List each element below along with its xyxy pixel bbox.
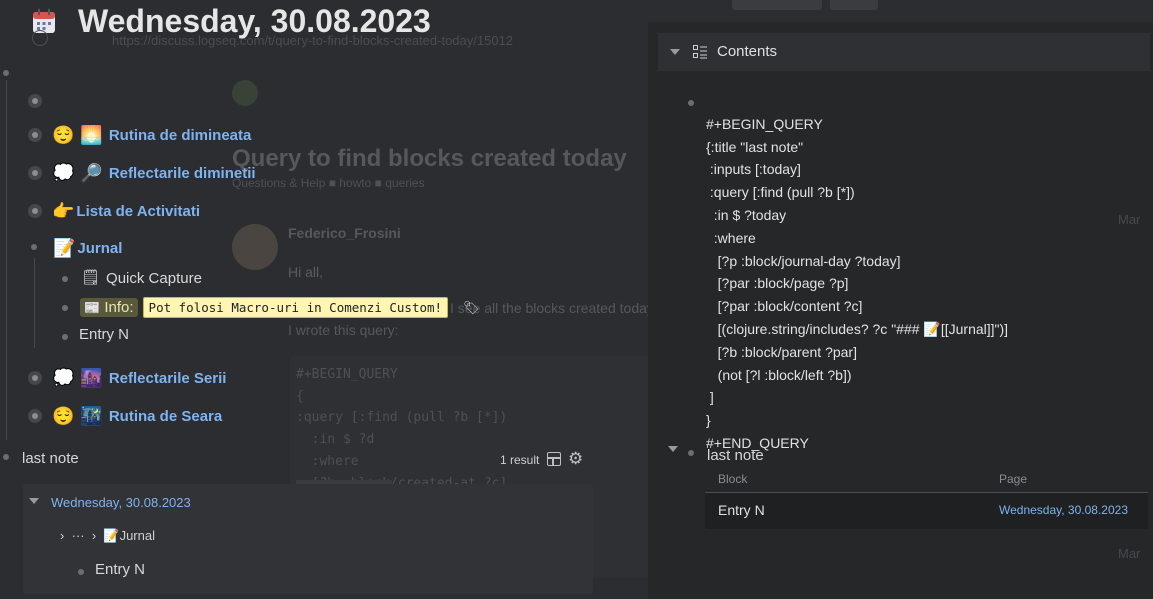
page-link[interactable]: Reflectarile Serii bbox=[109, 370, 227, 387]
collapse-caret-icon[interactable] bbox=[29, 498, 39, 504]
collapse-caret-icon[interactable] bbox=[668, 446, 678, 452]
block-rutina-dimineata[interactable]: 😌 🌅 Rutina de dimineata bbox=[52, 125, 251, 145]
thought-bubble-icon: 💭 bbox=[52, 368, 75, 388]
code-line: :in $ ?today bbox=[706, 206, 787, 223]
block-bullet[interactable] bbox=[32, 30, 48, 46]
code-line: :where bbox=[706, 229, 756, 246]
thread-line bbox=[34, 258, 35, 348]
page-link[interactable]: Rutina de dimineata bbox=[109, 127, 252, 144]
logo-icon bbox=[232, 80, 258, 106]
result-count: 1 result bbox=[500, 453, 540, 467]
code-line: [?par :block/page ?p] bbox=[706, 275, 849, 292]
block-bullet[interactable] bbox=[62, 276, 68, 282]
code-line: (not [?l :block/left ?b]) bbox=[706, 366, 852, 383]
code-line: ] bbox=[706, 389, 714, 406]
list-icon bbox=[693, 45, 707, 59]
code-line: #+BEGIN_QUERY bbox=[706, 115, 823, 132]
query-title: last note bbox=[22, 450, 79, 467]
code-line: [?p :block/journal-day ?today] bbox=[706, 252, 901, 269]
relieved-face-icon: 😌 bbox=[52, 406, 75, 426]
code-line: :query [:find (pull ?b [*]) bbox=[706, 184, 855, 201]
cell-block[interactable]: Entry N bbox=[718, 502, 765, 518]
notepad-icon: 🗒 bbox=[81, 269, 101, 286]
macro-tooltip: Pot folosi Macro-uri in Comenzi Custom! bbox=[142, 297, 449, 318]
block-bullet[interactable] bbox=[28, 166, 42, 180]
block-rutina-seara[interactable]: 😌 🌃 Rutina de Seara bbox=[52, 406, 222, 426]
thought-bubble-icon: 💭 bbox=[52, 163, 75, 183]
collapse-caret-icon[interactable] bbox=[670, 49, 680, 55]
breadcrumb-ellipsis[interactable]: ··· bbox=[72, 528, 85, 543]
background-body-2: I wrote this query: bbox=[288, 322, 399, 338]
background-body-1: I see all the blocks created today bbox=[450, 300, 654, 316]
toolbar-tab bbox=[830, 0, 878, 10]
block-bullet[interactable] bbox=[28, 409, 42, 423]
night-city-icon: 🌃 bbox=[80, 406, 103, 426]
block-bullet[interactable] bbox=[28, 94, 42, 108]
page-link[interactable]: Lista de Activitati bbox=[76, 203, 200, 220]
memo-icon: 📝 bbox=[53, 238, 76, 258]
code-line: [(clojure.string/includes? ?c "### 📝[[Ju… bbox=[706, 320, 1009, 337]
contents-label[interactable]: Contents bbox=[717, 43, 777, 60]
info-label: Info: bbox=[104, 299, 134, 316]
info-tag[interactable]: 📰 Info: bbox=[80, 298, 138, 317]
block-reflectarile-diminetii[interactable]: 💭 🔎 Reflectarile diminetii bbox=[52, 163, 256, 183]
block-bullet[interactable] bbox=[3, 70, 9, 76]
magnifier-icon: 🔎 bbox=[80, 163, 103, 183]
sunrise-icon: 🌅 bbox=[80, 125, 103, 145]
city-sunset-icon: 🌆 bbox=[80, 368, 103, 388]
block-bullet[interactable] bbox=[62, 305, 68, 311]
block-bullet[interactable] bbox=[28, 128, 42, 142]
block-bullet[interactable] bbox=[62, 334, 68, 340]
code-line: [?b :block/parent ?par] bbox=[706, 343, 857, 360]
result-entry[interactable]: Entry N bbox=[95, 561, 145, 578]
table-view-icon[interactable] bbox=[547, 452, 561, 466]
column-header-page[interactable]: Page bbox=[999, 472, 1027, 486]
chevron-right-icon[interactable]: › bbox=[60, 528, 64, 543]
block-bullet[interactable] bbox=[28, 204, 42, 218]
background-author: Federico_Frosini bbox=[288, 225, 401, 241]
block-bullet[interactable] bbox=[3, 454, 9, 460]
block-bullet[interactable] bbox=[78, 569, 84, 575]
pointing-hand-icon: 👉 bbox=[52, 201, 75, 221]
background-title: Query to find blocks created today bbox=[232, 145, 627, 172]
breadcrumb: › ··· › 📝Jurnal bbox=[60, 528, 155, 544]
avatar bbox=[232, 224, 278, 270]
relieved-face-icon: 😌 bbox=[52, 125, 75, 145]
page-link[interactable]: Rutina de Seara bbox=[109, 408, 222, 425]
block-jurnal[interactable]: 📝 Jurnal bbox=[53, 238, 122, 258]
cell-page-link[interactable]: Wednesday, 30.08.2023 bbox=[999, 503, 1128, 517]
code-line: } bbox=[706, 412, 711, 429]
column-header-block[interactable]: Block bbox=[718, 472, 747, 486]
block-lista-activitati[interactable]: 👉 Lista de Activitati bbox=[52, 201, 200, 221]
query-code[interactable]: #+BEGIN_QUERY {:title "last note" :inputs… bbox=[706, 90, 1008, 478]
block-bullet[interactable] bbox=[688, 100, 694, 106]
query-title: last note bbox=[707, 447, 764, 464]
page-link[interactable]: Reflectarile diminetii bbox=[109, 165, 256, 182]
block-info[interactable]: 📰 Info: Pot folosi Macro-uri in Comenzi … bbox=[80, 297, 480, 318]
block-quick-capture[interactable]: 🗒 Quick Capture bbox=[81, 268, 202, 288]
newspaper-icon: 📰 bbox=[84, 300, 101, 315]
code-line: :inputs [:today] bbox=[706, 161, 801, 178]
background-greeting: Hi all, bbox=[288, 264, 324, 280]
block-bullet[interactable] bbox=[31, 244, 37, 250]
block-reflectarile-serii[interactable]: 💭 🌆 Reflectarile Serii bbox=[52, 368, 226, 388]
page-link[interactable]: Jurnal bbox=[77, 240, 122, 257]
code-line: [?par :block/content ?c] bbox=[706, 298, 863, 315]
query-results-table: Block Page Entry N Wednesday, 30.08.2023 bbox=[705, 468, 1148, 529]
gear-icon[interactable]: ⚙ bbox=[568, 449, 583, 469]
thread-line bbox=[6, 80, 7, 440]
block-bullet[interactable] bbox=[688, 450, 694, 456]
chevron-right-icon[interactable]: › bbox=[92, 528, 96, 543]
background-category: Questions & Help ■ howto ■ queries bbox=[232, 176, 425, 190]
block-bullet[interactable] bbox=[28, 371, 42, 385]
block-text[interactable]: Entry N bbox=[79, 326, 129, 343]
toolbar-tab bbox=[732, 0, 822, 10]
block-entry-n[interactable]: Entry N bbox=[79, 326, 129, 343]
journal-date-link[interactable]: Wednesday, 30.08.2023 bbox=[51, 495, 191, 510]
page-title[interactable]: Wednesday, 30.08.2023 bbox=[78, 3, 431, 40]
block-text[interactable]: Quick Capture bbox=[106, 270, 202, 287]
breadcrumb-page-link[interactable]: 📝Jurnal bbox=[103, 528, 155, 543]
code-line: {:title "last note" bbox=[706, 138, 804, 155]
label-tag-icon: 🏷 bbox=[463, 299, 480, 315]
